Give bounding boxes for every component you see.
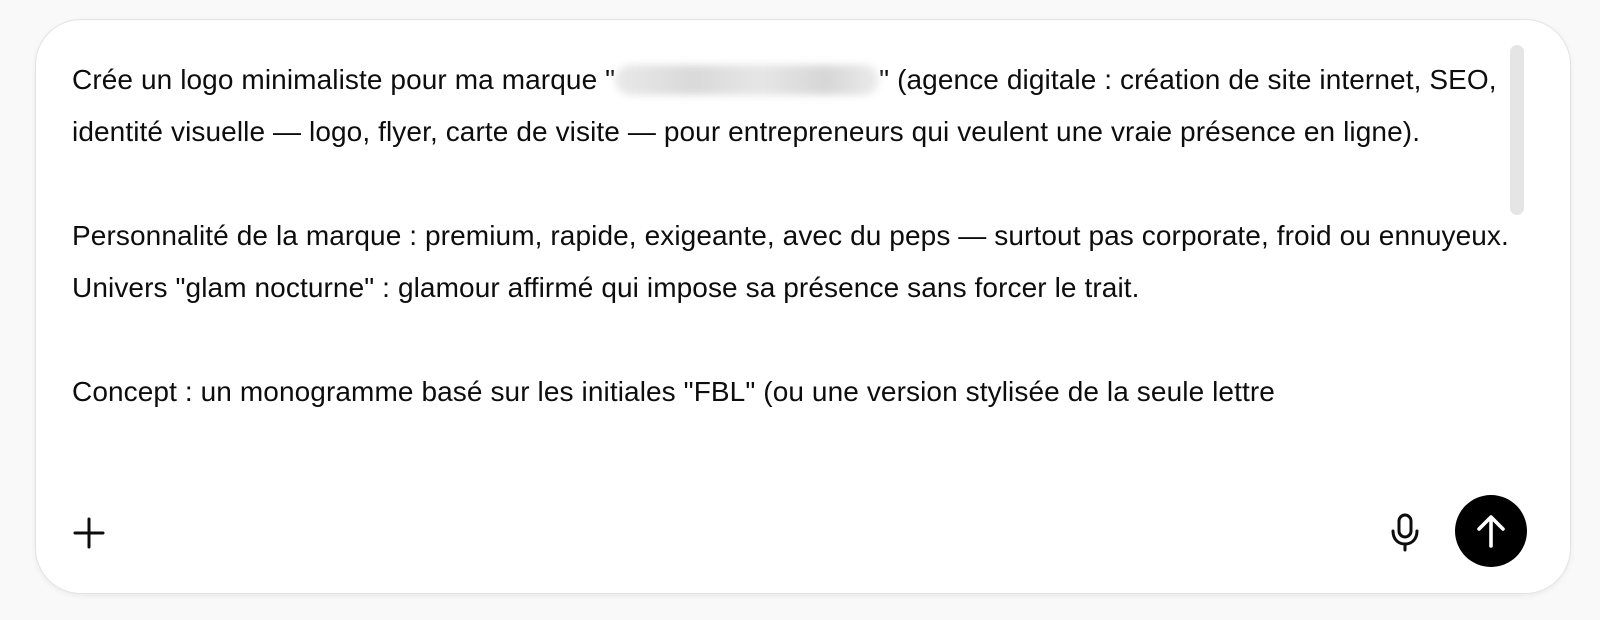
text-fade-overlay <box>72 460 1532 512</box>
microphone-icon <box>1391 513 1419 552</box>
scrollbar-thumb[interactable] <box>1510 45 1524 215</box>
scrollbar[interactable] <box>1510 42 1524 512</box>
paragraph-1-start: Crée un logo minimaliste pour ma marque … <box>72 64 616 95</box>
prompt-textarea[interactable]: Crée un logo minimaliste pour ma marque … <box>72 20 1532 512</box>
plus-icon <box>73 517 105 549</box>
prompt-composer: Crée un logo minimaliste pour ma marque … <box>35 19 1571 594</box>
add-attachment-button[interactable] <box>69 513 109 553</box>
prompt-paragraph-1: Crée un logo minimaliste pour ma marque … <box>72 54 1532 158</box>
arrow-up-icon <box>1477 515 1505 548</box>
prompt-text: Crée un logo minimaliste pour ma marque … <box>72 20 1532 418</box>
prompt-paragraph-2: Personnalité de la marque : premium, rap… <box>72 220 1509 303</box>
prompt-paragraph-3: Concept : un monogramme basé sur les ini… <box>72 376 1275 407</box>
redacted-brand-name <box>615 65 880 95</box>
send-button[interactable] <box>1455 495 1527 567</box>
voice-input-button[interactable] <box>1385 510 1425 554</box>
